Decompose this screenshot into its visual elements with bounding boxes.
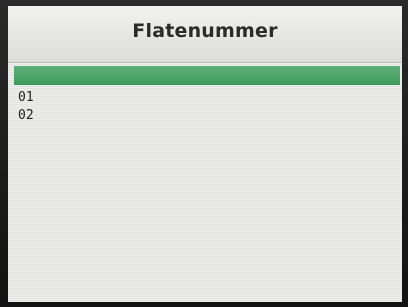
screen-title: Flatenummer <box>132 20 278 42</box>
list-item-02[interactable]: 02 <box>18 108 34 124</box>
list-item-01[interactable]: 01 <box>18 90 34 106</box>
selected-list-item[interactable] <box>14 66 400 85</box>
title-bar: Flatenummer <box>8 6 402 63</box>
device-screen: Flatenummer 01 02 <box>8 6 402 302</box>
